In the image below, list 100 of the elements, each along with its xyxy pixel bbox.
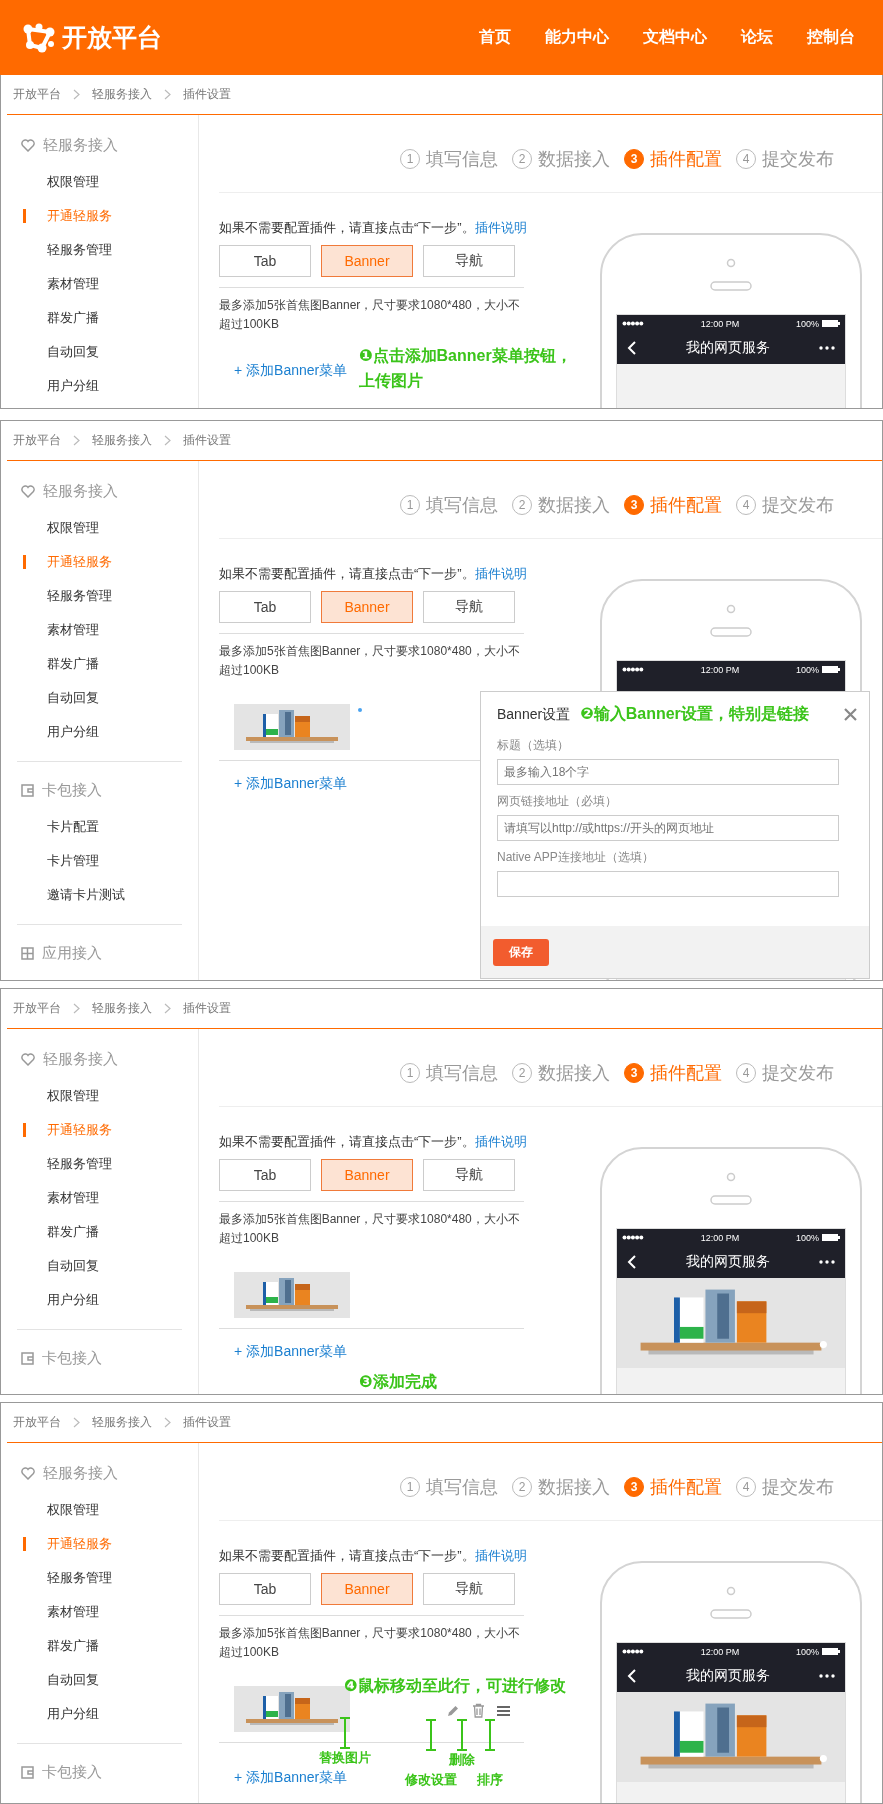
more-icon[interactable] bbox=[819, 1674, 835, 1678]
sidebar-item[interactable]: 群发广播 bbox=[1, 1629, 198, 1663]
sidebar-item[interactable]: 轻服务管理 bbox=[1, 1561, 198, 1595]
input-field[interactable]: 最多输入18个字 bbox=[497, 759, 839, 785]
sidebar-item[interactable]: 轻服务管理 bbox=[1, 1147, 198, 1181]
breadcrumb-link[interactable]: 开放平台 bbox=[13, 1000, 61, 1017]
sidebar-item[interactable]: 开通轻服务 bbox=[1, 545, 198, 579]
chevron-right-icon bbox=[164, 435, 171, 446]
field-label: 标题（选填） bbox=[497, 737, 570, 754]
breadcrumb-link[interactable]: 开放平台 bbox=[13, 86, 61, 103]
back-icon[interactable] bbox=[627, 1255, 636, 1269]
chevron-right-icon bbox=[73, 1417, 80, 1428]
sidebar-group-title[interactable]: 轻服务接入 bbox=[43, 1049, 118, 1069]
sidebar-group-title[interactable]: 轻服务接入 bbox=[43, 135, 118, 155]
list-icon[interactable] bbox=[497, 1704, 510, 1717]
sidebar-item[interactable]: 卡片管理 bbox=[1, 844, 198, 878]
sidebar-item[interactable]: 用户分组 bbox=[1, 1283, 198, 1317]
plugin-tab[interactable]: Tab bbox=[219, 591, 311, 623]
sidebar-item[interactable]: 自动回复 bbox=[1, 1249, 198, 1283]
trash-icon[interactable] bbox=[472, 1703, 485, 1718]
sidebar-item[interactable]: 权限管理 bbox=[1, 165, 198, 199]
add-banner-link[interactable]: + 添加Banner菜单 bbox=[234, 1343, 348, 1361]
sidebar-item[interactable]: 群发广播 bbox=[1, 1215, 198, 1249]
breadcrumb-link[interactable]: 轻服务接入 bbox=[92, 86, 152, 103]
battery-text: 100% bbox=[795, 1232, 819, 1243]
sidebar-item[interactable]: 轻服务管理 bbox=[1, 233, 198, 267]
save-button[interactable]: 保存 bbox=[493, 938, 549, 966]
annotation-text: ❶点击添加Banner菜单按钮，上传图片 bbox=[359, 346, 573, 391]
sidebar-item[interactable]: 群发广播 bbox=[1, 647, 198, 681]
sidebar-item[interactable]: 素材管理 bbox=[1, 267, 198, 301]
breadcrumb-link[interactable]: 轻服务接入 bbox=[92, 432, 152, 449]
sidebar-item[interactable]: 卡片配置 bbox=[1, 810, 198, 844]
sidebar-item[interactable]: 轻服务管理 bbox=[1, 579, 198, 613]
add-banner-link[interactable]: + 添加Banner菜单 bbox=[234, 362, 348, 380]
sidebar-group-title[interactable]: 轻服务接入 bbox=[43, 1463, 118, 1483]
add-banner-link[interactable]: + 添加Banner菜单 bbox=[234, 1769, 348, 1787]
sidebar-group-title[interactable]: 卡包接入 bbox=[42, 1762, 102, 1782]
breadcrumb-link[interactable]: 轻服务接入 bbox=[92, 1414, 152, 1431]
input-field[interactable] bbox=[497, 871, 839, 897]
breadcrumb-link[interactable]: 插件设置 bbox=[183, 1000, 231, 1017]
sidebar-item[interactable]: 自动回复 bbox=[1, 335, 198, 369]
sidebar-item[interactable]: 群发广播 bbox=[1, 301, 198, 335]
sidebar-item[interactable]: 素材管理 bbox=[1, 1595, 198, 1629]
breadcrumb-link[interactable]: 开放平台 bbox=[13, 432, 61, 449]
sidebar-item[interactable]: 邀请卡片测试 bbox=[1, 878, 198, 912]
nav-link[interactable]: 首页 bbox=[479, 27, 511, 48]
sidebar-group-title[interactable]: 应用接入 bbox=[42, 943, 102, 963]
sidebar-item[interactable]: 开通轻服务 bbox=[1, 199, 198, 233]
logo-text[interactable]: 开放平台 bbox=[62, 21, 162, 54]
sidebar-item[interactable]: 开通轻服务 bbox=[1, 1113, 198, 1147]
plugin-tab[interactable]: 导航 bbox=[423, 1573, 515, 1605]
sidebar-item[interactable]: 自动回复 bbox=[1, 681, 198, 715]
back-icon[interactable] bbox=[627, 1669, 636, 1683]
sidebar-group-title[interactable]: 卡包接入 bbox=[42, 1348, 102, 1368]
nav-link[interactable]: 文档中心 bbox=[643, 27, 707, 48]
sidebar-item[interactable]: 权限管理 bbox=[1, 511, 198, 545]
step-label: 提交发布 bbox=[762, 147, 834, 171]
plugin-tab[interactable]: Tab bbox=[219, 1159, 311, 1191]
plugin-help-link[interactable]: 插件说明 bbox=[474, 1548, 527, 1563]
heart-icon bbox=[21, 484, 35, 498]
sidebar-item[interactable]: 开通轻服务 bbox=[1, 1527, 198, 1561]
plugin-tab[interactable]: 导航 bbox=[423, 1159, 515, 1191]
breadcrumb-link[interactable]: 开放平台 bbox=[13, 1414, 61, 1431]
breadcrumb-link[interactable]: 轻服务接入 bbox=[92, 1000, 152, 1017]
step-label: 提交发布 bbox=[762, 1475, 834, 1499]
nav-link[interactable]: 能力中心 bbox=[545, 27, 609, 48]
add-banner-link[interactable]: + 添加Banner菜单 bbox=[234, 775, 348, 793]
breadcrumb-link[interactable]: 插件设置 bbox=[183, 432, 231, 449]
plugin-tab[interactable]: 导航 bbox=[423, 245, 515, 277]
sidebar-item[interactable]: 用户分组 bbox=[1, 369, 198, 403]
plugin-help-link[interactable]: 插件说明 bbox=[474, 1134, 527, 1149]
leader-line bbox=[426, 1719, 436, 1751]
sidebar-group-title[interactable]: 轻服务接入 bbox=[43, 481, 118, 501]
input-field[interactable]: 请填写以http://或https://开头的网页地址 bbox=[497, 815, 839, 841]
intro-text: 如果不需要配置插件，请直接点击“下一步”。插件说明 bbox=[219, 565, 524, 583]
breadcrumb-link[interactable]: 插件设置 bbox=[183, 1414, 231, 1431]
plugin-help-link[interactable]: 插件说明 bbox=[474, 566, 527, 581]
sidebar-item[interactable]: 用户分组 bbox=[1, 715, 198, 749]
sidebar-item[interactable]: 用户分组 bbox=[1, 1697, 198, 1731]
heart-icon bbox=[21, 138, 35, 152]
sidebar-group-title[interactable]: 卡包接入 bbox=[42, 780, 102, 800]
plugin-help-link[interactable]: 插件说明 bbox=[474, 220, 527, 235]
close-icon[interactable] bbox=[844, 708, 857, 721]
step-label: 提交发布 bbox=[762, 493, 834, 517]
battery-icon bbox=[822, 1648, 840, 1655]
plugin-tab[interactable]: 导航 bbox=[423, 591, 515, 623]
breadcrumb-link[interactable]: 插件设置 bbox=[183, 86, 231, 103]
sidebar-item[interactable]: 自动回复 bbox=[1, 1663, 198, 1697]
nav-link[interactable]: 论坛 bbox=[741, 27, 773, 48]
sidebar-item[interactable]: 素材管理 bbox=[1, 613, 198, 647]
more-icon[interactable] bbox=[819, 346, 835, 350]
plugin-tab[interactable]: Tab bbox=[219, 245, 311, 277]
more-icon[interactable] bbox=[819, 1260, 835, 1264]
plugin-tab[interactable]: Tab bbox=[219, 1573, 311, 1605]
back-icon[interactable] bbox=[627, 341, 636, 355]
nav-link[interactable]: 控制台 bbox=[807, 27, 855, 48]
sidebar-item[interactable]: 权限管理 bbox=[1, 1079, 198, 1113]
sidebar-item[interactable]: 权限管理 bbox=[1, 1493, 198, 1527]
sidebar-item[interactable]: 素材管理 bbox=[1, 1181, 198, 1215]
pencil-icon[interactable] bbox=[446, 1703, 460, 1718]
